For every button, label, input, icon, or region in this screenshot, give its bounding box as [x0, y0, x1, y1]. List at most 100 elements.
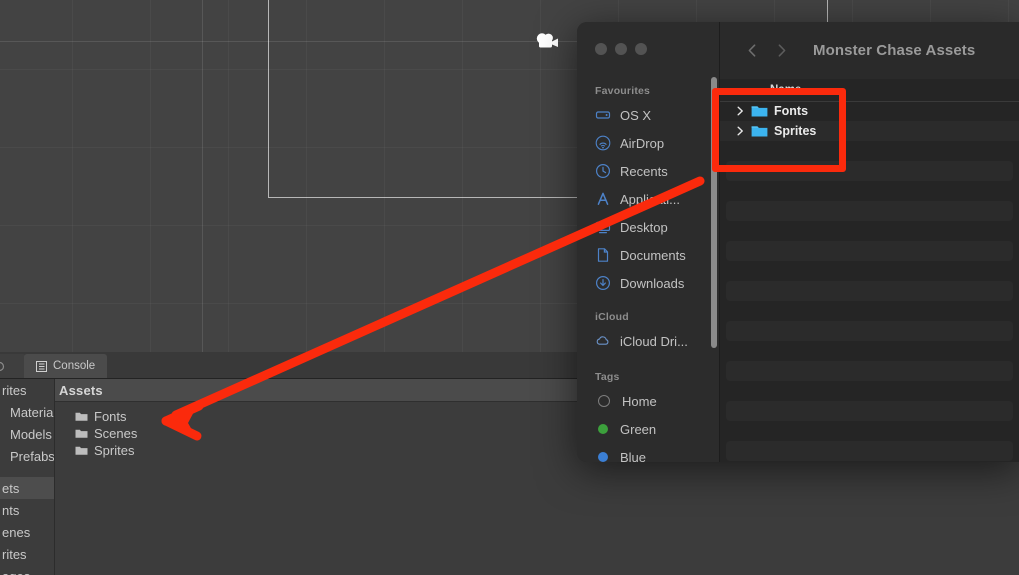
console-list-icon — [36, 360, 47, 372]
chevron-right-icon[interactable] — [736, 106, 745, 116]
finder-window-title: Monster Chase Assets — [813, 42, 976, 59]
sidebar-item-icloud-drive[interactable]: iCloud Dri... — [577, 327, 720, 355]
sidebar-item-applications[interactable]: Applicati... — [577, 185, 720, 213]
desktop-icon — [595, 221, 611, 234]
sidebar-item-airdrop[interactable]: AirDrop — [577, 129, 720, 157]
tree-item-fonts[interactable]: nts — [0, 499, 54, 521]
tree-item[interactable]: Materials — [0, 401, 54, 423]
list-item — [720, 381, 1019, 401]
downloads-icon — [595, 275, 611, 291]
asset-item-label: Scenes — [94, 426, 138, 441]
tree-item-label: rites — [2, 382, 27, 398]
list-item — [726, 321, 1013, 341]
sidebar-item-label: AirDrop — [620, 135, 665, 151]
tree-item-assets[interactable]: ets — [0, 477, 54, 499]
tree-item-label: Materials — [10, 404, 54, 420]
tree-item-label: ets — [2, 480, 20, 496]
sidebar-item-recents[interactable]: Recents — [577, 157, 720, 185]
document-icon — [597, 248, 609, 262]
list-item — [726, 361, 1013, 381]
sidebar-scroll-area[interactable]: Favourites OS X AirDrop Recents Applicat… — [577, 79, 720, 462]
tab-console[interactable]: Console — [24, 354, 108, 378]
tree-item-label: enes — [2, 524, 31, 540]
list-item — [726, 201, 1013, 221]
navigation-buttons[interactable] — [745, 43, 789, 58]
tree-item-label: nts — [2, 502, 20, 518]
tree-item[interactable]: rites — [0, 379, 54, 401]
folder-icon — [75, 429, 88, 438]
tag-dot-blue-icon — [598, 452, 608, 462]
folder-icon — [751, 126, 768, 137]
tree-item[interactable]: Prefabs — [0, 445, 54, 467]
file-row-label: Fonts — [774, 104, 809, 118]
tree-item-packages[interactable]: ages — [0, 565, 54, 575]
asset-item-label: Sprites — [94, 443, 135, 458]
minimize-button[interactable] — [615, 43, 627, 55]
sidebar-item-label: iCloud Dri... — [620, 333, 688, 349]
tag-dot-hollow-icon — [598, 395, 610, 407]
list-item — [720, 221, 1019, 241]
sidebar-item-label: OS X — [620, 107, 652, 123]
tab-partial-hidden[interactable] — [0, 354, 26, 378]
harddisk-icon — [595, 111, 611, 119]
zoom-button[interactable] — [635, 43, 647, 55]
sidebar-item-tag-green[interactable]: Green — [577, 415, 720, 443]
assets-header-label: Assets — [59, 382, 103, 398]
partial-tab-icon — [0, 361, 5, 371]
sidebar-item-label: Documents — [620, 247, 686, 263]
tree-item[interactable]: Models — [0, 423, 54, 445]
sidebar-item-downloads[interactable]: Downloads — [577, 269, 720, 297]
close-button[interactable] — [595, 43, 607, 55]
camera-gizmo-icon[interactable] — [534, 31, 560, 51]
sidebar-item-label: Blue — [620, 449, 647, 463]
asset-item-label: Fonts — [94, 409, 127, 424]
finder-window[interactable]: Favourites OS X AirDrop Recents Applicat… — [577, 22, 1019, 462]
sidebar-item-tag-home[interactable]: Home — [577, 387, 720, 415]
sidebar-item-documents[interactable]: Documents — [577, 241, 720, 269]
list-item — [720, 421, 1019, 441]
file-row-sprites[interactable]: Sprites — [720, 121, 1019, 141]
project-folder-tree[interactable]: rites Materials Models Prefabs ets nts e… — [0, 379, 55, 575]
chevron-right-icon[interactable] — [736, 126, 745, 136]
sidebar-item-label: Desktop — [620, 219, 668, 235]
clock-icon — [595, 163, 611, 179]
cloud-icon — [596, 336, 609, 345]
list-item — [726, 441, 1013, 461]
list-item — [720, 301, 1019, 321]
chevron-right-icon[interactable] — [774, 43, 789, 58]
tree-item-label: ages — [2, 569, 30, 575]
sidebar-group-favourites-title: Favourites — [595, 85, 651, 97]
sidebar-item-os-x[interactable]: OS X — [577, 101, 720, 129]
sidebar-item-label: Recents — [620, 163, 668, 179]
airdrop-icon — [595, 135, 611, 151]
file-row-label: Sprites — [774, 124, 817, 138]
finder-file-list[interactable]: Fonts Sprites — [720, 101, 1019, 462]
folder-icon — [75, 412, 88, 421]
tab-console-label: Console — [53, 360, 96, 372]
chevron-left-icon[interactable] — [745, 43, 760, 58]
column-header-name: Name — [770, 84, 802, 96]
sidebar-scrollbar[interactable] — [711, 77, 717, 348]
scene-grid-major-line — [202, 0, 203, 352]
tree-item-label: Prefabs — [10, 448, 55, 464]
finder-content-area[interactable]: Monster Chase Assets Name Fonts Sprites — [720, 22, 1019, 462]
sidebar-item-desktop[interactable]: Desktop — [577, 213, 720, 241]
list-item — [726, 241, 1013, 261]
sidebar-item-tag-blue[interactable]: Blue — [577, 443, 720, 462]
window-controls[interactable] — [595, 43, 647, 55]
finder-sidebar[interactable]: Favourites OS X AirDrop Recents Applicat… — [577, 22, 720, 462]
list-item — [720, 341, 1019, 361]
file-list-column-header[interactable]: Name — [720, 79, 1019, 102]
list-item — [720, 141, 1019, 161]
list-item — [720, 181, 1019, 201]
tree-item-sprites[interactable]: rites — [0, 543, 54, 565]
list-item — [726, 401, 1013, 421]
tag-dot-green-icon — [598, 424, 608, 434]
tree-item-scenes[interactable]: enes — [0, 521, 54, 543]
folder-icon — [75, 446, 88, 455]
list-item — [726, 161, 1013, 181]
file-row-fonts[interactable]: Fonts — [720, 101, 1019, 121]
tree-item-label: Models — [10, 426, 52, 442]
finder-toolbar: Monster Chase Assets — [720, 22, 1019, 79]
